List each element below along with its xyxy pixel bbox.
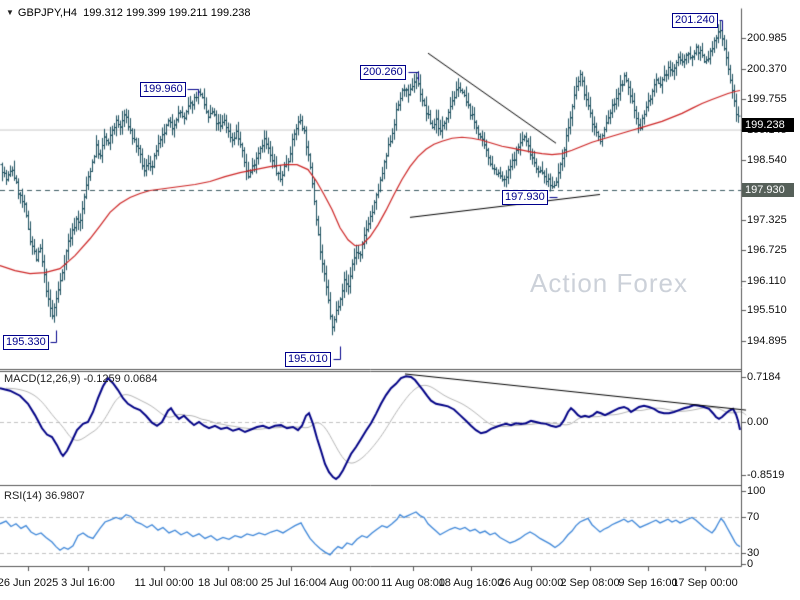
symbol-dropdown-arrow-icon[interactable]: ▼: [6, 8, 14, 17]
time-axis-label: 4 Aug 00:00: [321, 577, 380, 590]
time-axis-label: 26 Aug 00:00: [499, 577, 564, 590]
price-annotation-box[interactable]: 201.240: [672, 13, 718, 28]
price-annotation-box[interactable]: 195.010: [285, 352, 331, 367]
price-axis-label: 194.895: [747, 335, 787, 348]
macd-indicator-label: MACD(12,26,9) -0.1259 0.0684: [4, 373, 157, 385]
time-axis-label: 3 Jul 16:00: [61, 577, 115, 590]
watermark: Action Forex: [530, 268, 688, 299]
current-price-badge: 199.238: [742, 118, 794, 132]
time-axis-label: 17 Sep 00:00: [672, 577, 737, 590]
rsi-scale-label: 100: [747, 485, 765, 498]
time-axis-label: 26 Jun 2025: [0, 577, 58, 590]
time-axis-label: 9 Sep 16:00: [618, 577, 677, 590]
macd-scale-label: 0.00: [747, 416, 768, 429]
rsi-scale-label: 70: [747, 511, 759, 524]
price-annotation-box[interactable]: 197.930: [502, 190, 548, 205]
price-axis-label: 200.370: [747, 63, 787, 76]
macd-scale-label: -0.8519: [747, 469, 784, 482]
time-axis-label: 18 Aug 16:00: [439, 577, 504, 590]
time-axis-label: 18 Jul 08:00: [198, 577, 258, 590]
price-axis-label: 197.325: [747, 214, 787, 227]
price-axis-label: 198.540: [747, 154, 787, 167]
level-line-badge: 197.930: [742, 183, 794, 197]
price-annotation-box[interactable]: 195.330: [3, 335, 49, 350]
price-axis-label: 200.985: [747, 32, 787, 45]
rsi-indicator-label: RSI(14) 36.9807: [4, 490, 85, 502]
time-axis-label: 11 Aug 08:00: [381, 577, 445, 590]
time-axis-label: 2 Sep 08:00: [560, 577, 619, 590]
symbol-ohlc-readout: GBPJPY,H4 199.312 199.399 199.211 199.23…: [18, 7, 251, 19]
price-axis-label: 199.755: [747, 93, 787, 106]
price-axis-label: 196.110: [747, 275, 786, 288]
trading-chart-window: ▼ GBPJPY,H4 199.312 199.399 199.211 199.2…: [0, 0, 800, 600]
rsi-scale-label: 0: [747, 558, 753, 571]
price-annotation-box[interactable]: 199.960: [140, 82, 186, 97]
chart-header: ▼ GBPJPY,H4 199.312 199.399 199.211 199.2…: [6, 7, 251, 19]
time-axis-label: 11 Jul 00:00: [134, 577, 193, 590]
time-axis-label: 25 Jul 16:00: [261, 577, 321, 590]
price-axis-label: 196.725: [747, 244, 787, 257]
macd-scale-label: 0.7184: [747, 371, 781, 384]
chart-canvas[interactable]: [0, 0, 800, 600]
price-axis-label: 195.510: [747, 304, 787, 317]
price-annotation-box[interactable]: 200.260: [360, 65, 406, 80]
